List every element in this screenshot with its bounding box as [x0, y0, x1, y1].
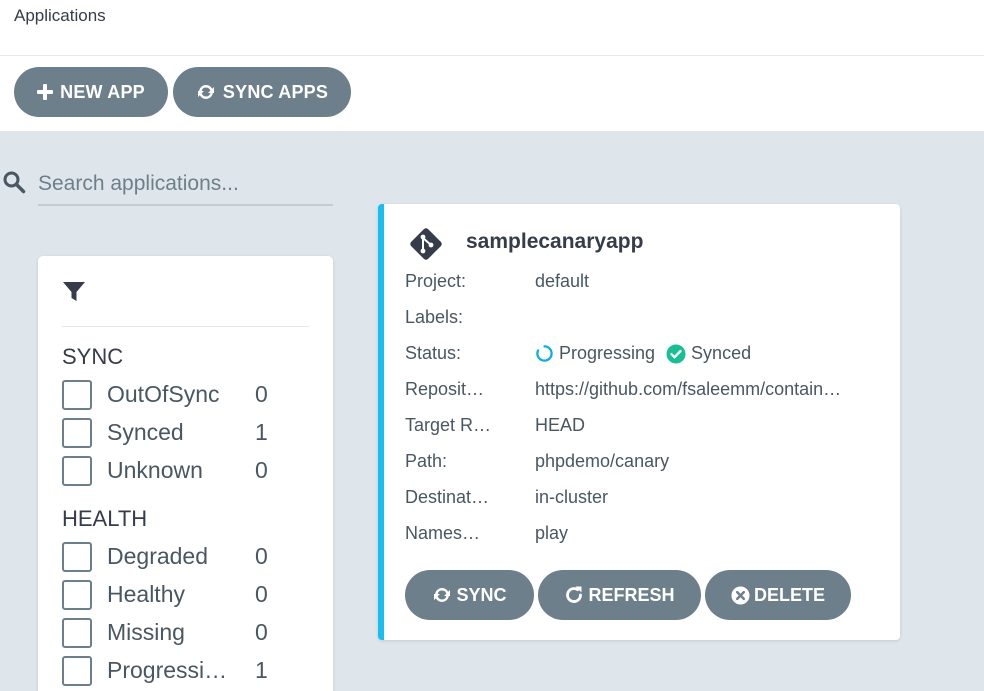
field-value: play — [535, 523, 569, 543]
filter-label: Unknown — [107, 457, 203, 483]
checkbox[interactable] — [62, 656, 92, 686]
field-key: Reposit… — [405, 379, 485, 399]
git-icon — [410, 228, 442, 260]
filter-icon — [63, 282, 85, 301]
field-project: Project: default — [405, 271, 885, 295]
filter-count: 0 — [255, 619, 268, 645]
checkbox[interactable] — [62, 618, 92, 648]
refresh-icon — [566, 586, 583, 603]
status-value: Progressing Synced — [535, 343, 751, 364]
field-key: Status: — [405, 343, 462, 363]
field-value: in-cluster — [535, 487, 609, 507]
field-value: https://github.com/fsaleemm/contain… — [535, 379, 842, 399]
checkbox[interactable] — [62, 580, 92, 610]
delete-button[interactable]: DELETE — [705, 570, 851, 620]
field-value: phpdemo/canary — [535, 451, 670, 471]
sync-icon — [197, 85, 214, 99]
app-name[interactable]: samplecanaryapp — [466, 230, 643, 254]
checkbox[interactable] — [62, 418, 92, 448]
application-tile[interactable]: samplecanaryapp Project: default Labels:… — [378, 204, 900, 640]
filter-label: Missing — [107, 619, 185, 645]
field-path: Path: phpdemo/canary — [405, 451, 885, 475]
field-labels: Labels: — [405, 307, 885, 331]
filter-count: 0 — [255, 581, 268, 607]
sync-apps-label: SYNC APPS — [222, 81, 329, 102]
field-key: Project: — [405, 271, 467, 291]
filter-item-unknown[interactable]: Unknown 0 — [62, 452, 322, 488]
health-status-text: Progressing — [559, 343, 656, 363]
filter-count: 0 — [255, 457, 268, 483]
filter-item-outofsync[interactable]: OutOfSync 0 — [62, 376, 322, 412]
filter-label: Healthy — [107, 581, 185, 607]
field-key: Path: — [405, 451, 448, 471]
field-namespace: Names… play — [405, 523, 885, 547]
field-target-revision: Target R… HEAD — [405, 415, 885, 439]
field-key: Destinat… — [405, 487, 490, 507]
filter-label: Synced — [107, 419, 184, 445]
filter-label: OutOfSync — [107, 381, 220, 407]
sync-button-label: SYNC — [456, 584, 507, 605]
toolbar: NEW APP SYNC APPS — [0, 56, 984, 131]
sync-filter-heading: SYNC — [62, 344, 124, 369]
filter-count: 0 — [255, 381, 268, 407]
plus-icon — [37, 84, 54, 100]
sync-status-text: Synced — [691, 343, 752, 363]
checkbox[interactable] — [62, 456, 92, 486]
filter-count: 1 — [255, 657, 268, 683]
filter-item-synced[interactable]: Synced 1 — [62, 414, 322, 450]
top-bar: Applications — [0, 0, 984, 56]
filter-panel: SYNC OutOfSync 0 Synced 1 Unknown 0 HEAL… — [38, 256, 333, 691]
search-icon — [3, 171, 26, 194]
times-circle-icon — [731, 585, 750, 605]
checkbox[interactable] — [62, 542, 92, 572]
filter-divider — [62, 326, 309, 327]
refresh-button[interactable]: REFRESH — [538, 570, 701, 620]
new-app-label: NEW APP — [60, 81, 145, 102]
filter-count: 1 — [255, 419, 268, 445]
filter-item-missing[interactable]: Missing 0 — [62, 614, 322, 650]
refresh-button-label: REFRESH — [588, 584, 675, 605]
filter-label: Degraded — [107, 543, 209, 569]
filter-count: 0 — [255, 543, 268, 569]
search-input[interactable] — [38, 164, 333, 206]
field-status: Status: Progressing Synced — [405, 343, 885, 367]
field-key: Labels: — [405, 307, 464, 327]
field-destination: Destinat… in-cluster — [405, 487, 885, 511]
delete-button-label: DELETE — [753, 584, 825, 605]
field-value: default — [535, 271, 590, 291]
filter-item-progressing[interactable]: Progressi… 1 — [62, 652, 322, 688]
filter-item-degraded[interactable]: Degraded 0 — [62, 538, 322, 574]
filter-item-healthy[interactable]: Healthy 0 — [62, 576, 322, 612]
health-filter-heading: HEALTH — [62, 506, 148, 531]
check-circle-icon — [666, 344, 686, 363]
new-app-button[interactable]: NEW APP — [14, 67, 168, 117]
filter-label: Progressi… — [107, 657, 228, 683]
field-key: Target R… — [405, 415, 492, 435]
checkbox[interactable] — [62, 380, 92, 410]
sync-icon — [434, 588, 451, 602]
field-value: HEAD — [535, 415, 586, 435]
sync-button[interactable]: SYNC — [405, 570, 534, 620]
progressing-icon — [536, 345, 553, 362]
sync-apps-button[interactable]: SYNC APPS — [173, 67, 351, 117]
field-key: Names… — [405, 523, 481, 543]
page-title: Applications — [14, 6, 106, 25]
field-repository: Reposit… https://github.com/fsaleemm/con… — [405, 379, 885, 403]
